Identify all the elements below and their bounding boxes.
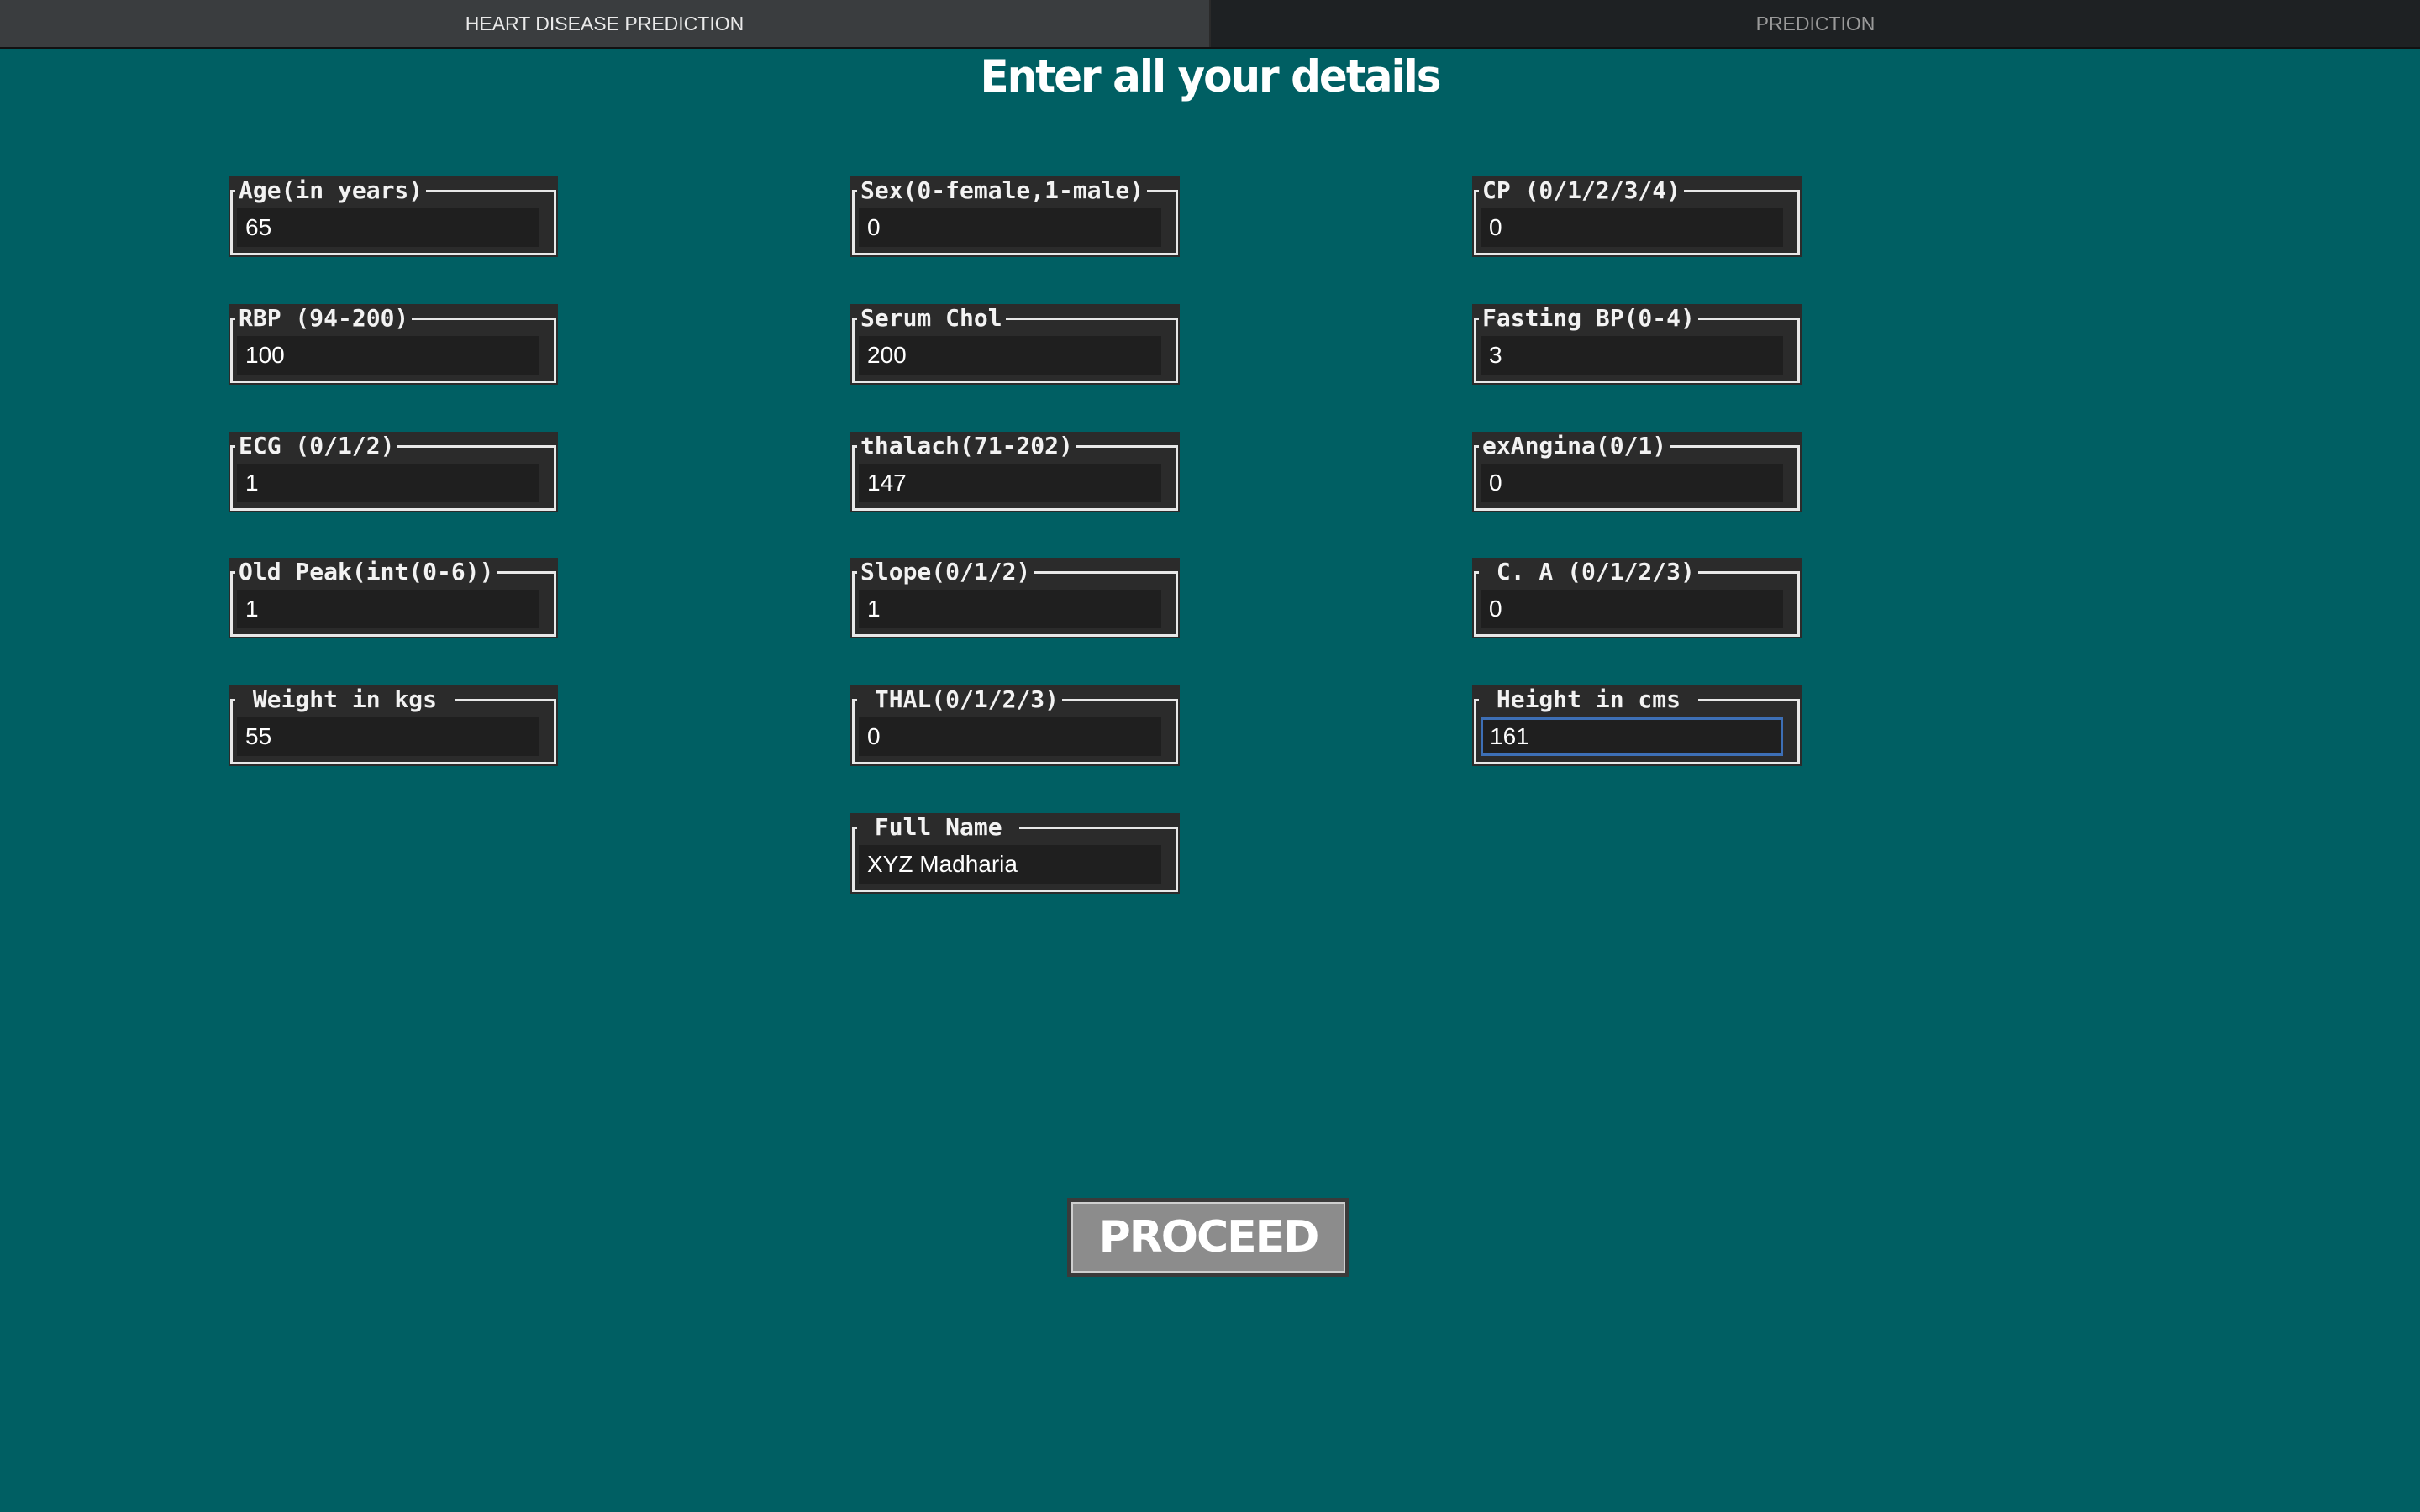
proceed-button[interactable]: PROCEED — [1067, 1198, 1349, 1277]
height-input[interactable] — [1481, 717, 1783, 756]
cp-label: CP (0/1/2/3/4) — [1479, 176, 1685, 205]
slope-input[interactable] — [859, 590, 1161, 628]
fasting-bp-label: Fasting BP(0-4) — [1479, 304, 1698, 333]
thal-field-group: THAL(0/1/2/3) — [850, 685, 1180, 766]
weight-label: Weight in kgs — [235, 685, 455, 714]
sex-field-group: Sex(0-female,1-male) — [850, 176, 1180, 257]
old-peak-input[interactable] — [237, 590, 539, 628]
serum-chol-input[interactable] — [859, 336, 1161, 375]
serum-chol-label: Serum Chol — [857, 304, 1006, 333]
old-peak-label: Old Peak(int(0-6)) — [235, 558, 497, 586]
thal-label: THAL(0/1/2/3) — [857, 685, 1063, 714]
slope-label: Slope(0/1/2) — [857, 558, 1034, 586]
tab-bar: HEART DISEASE PREDICTION PREDICTION — [0, 0, 2420, 49]
age-input[interactable] — [237, 208, 539, 247]
tab-heart-disease-prediction[interactable]: HEART DISEASE PREDICTION — [0, 0, 1211, 47]
cp-input[interactable] — [1481, 208, 1783, 247]
ca-input[interactable] — [1481, 590, 1783, 628]
cp-field-group: CP (0/1/2/3/4) — [1472, 176, 1802, 257]
full-name-input[interactable] — [859, 845, 1161, 884]
ecg-input[interactable] — [237, 464, 539, 502]
rbp-field-group: RBP (94-200) — [229, 304, 558, 385]
rbp-label: RBP (94-200) — [235, 304, 413, 333]
sex-input[interactable] — [859, 208, 1161, 247]
old-peak-field-group: Old Peak(int(0-6)) — [229, 558, 558, 638]
serum-chol-field-group: Serum Chol — [850, 304, 1180, 385]
proceed-button-label: PROCEED — [1071, 1202, 1345, 1273]
height-field-group: Height in cms — [1472, 685, 1802, 766]
full-name-field-group: Full Name — [850, 813, 1180, 894]
rbp-input[interactable] — [237, 336, 539, 375]
weight-input[interactable] — [237, 717, 539, 756]
ca-field-group: C. A (0/1/2/3) — [1472, 558, 1802, 638]
age-field-group: Age(in years) — [229, 176, 558, 257]
fasting-bp-field-group: Fasting BP(0-4) — [1472, 304, 1802, 385]
age-label: Age(in years) — [235, 176, 427, 205]
thalach-label: thalach(71-202) — [857, 432, 1076, 460]
exangina-field-group: exAngina(0/1) — [1472, 432, 1802, 512]
weight-field-group: Weight in kgs — [229, 685, 558, 766]
ecg-label: ECG (0/1/2) — [235, 432, 398, 460]
tab-prediction[interactable]: PREDICTION — [1211, 0, 2420, 47]
exangina-input[interactable] — [1481, 464, 1783, 502]
thalach-field-group: thalach(71-202) — [850, 432, 1180, 512]
ca-label: C. A (0/1/2/3) — [1479, 558, 1698, 586]
ecg-field-group: ECG (0/1/2) — [229, 432, 558, 512]
height-label: Height in cms — [1479, 685, 1698, 714]
sex-label: Sex(0-female,1-male) — [857, 176, 1148, 205]
exangina-label: exAngina(0/1) — [1479, 432, 1670, 460]
thalach-input[interactable] — [859, 464, 1161, 502]
thal-input[interactable] — [859, 717, 1161, 756]
slope-field-group: Slope(0/1/2) — [850, 558, 1180, 638]
fasting-bp-input[interactable] — [1481, 336, 1783, 375]
page-title: Enter all your details — [980, 50, 1441, 102]
full-name-label: Full Name — [857, 813, 1020, 842]
